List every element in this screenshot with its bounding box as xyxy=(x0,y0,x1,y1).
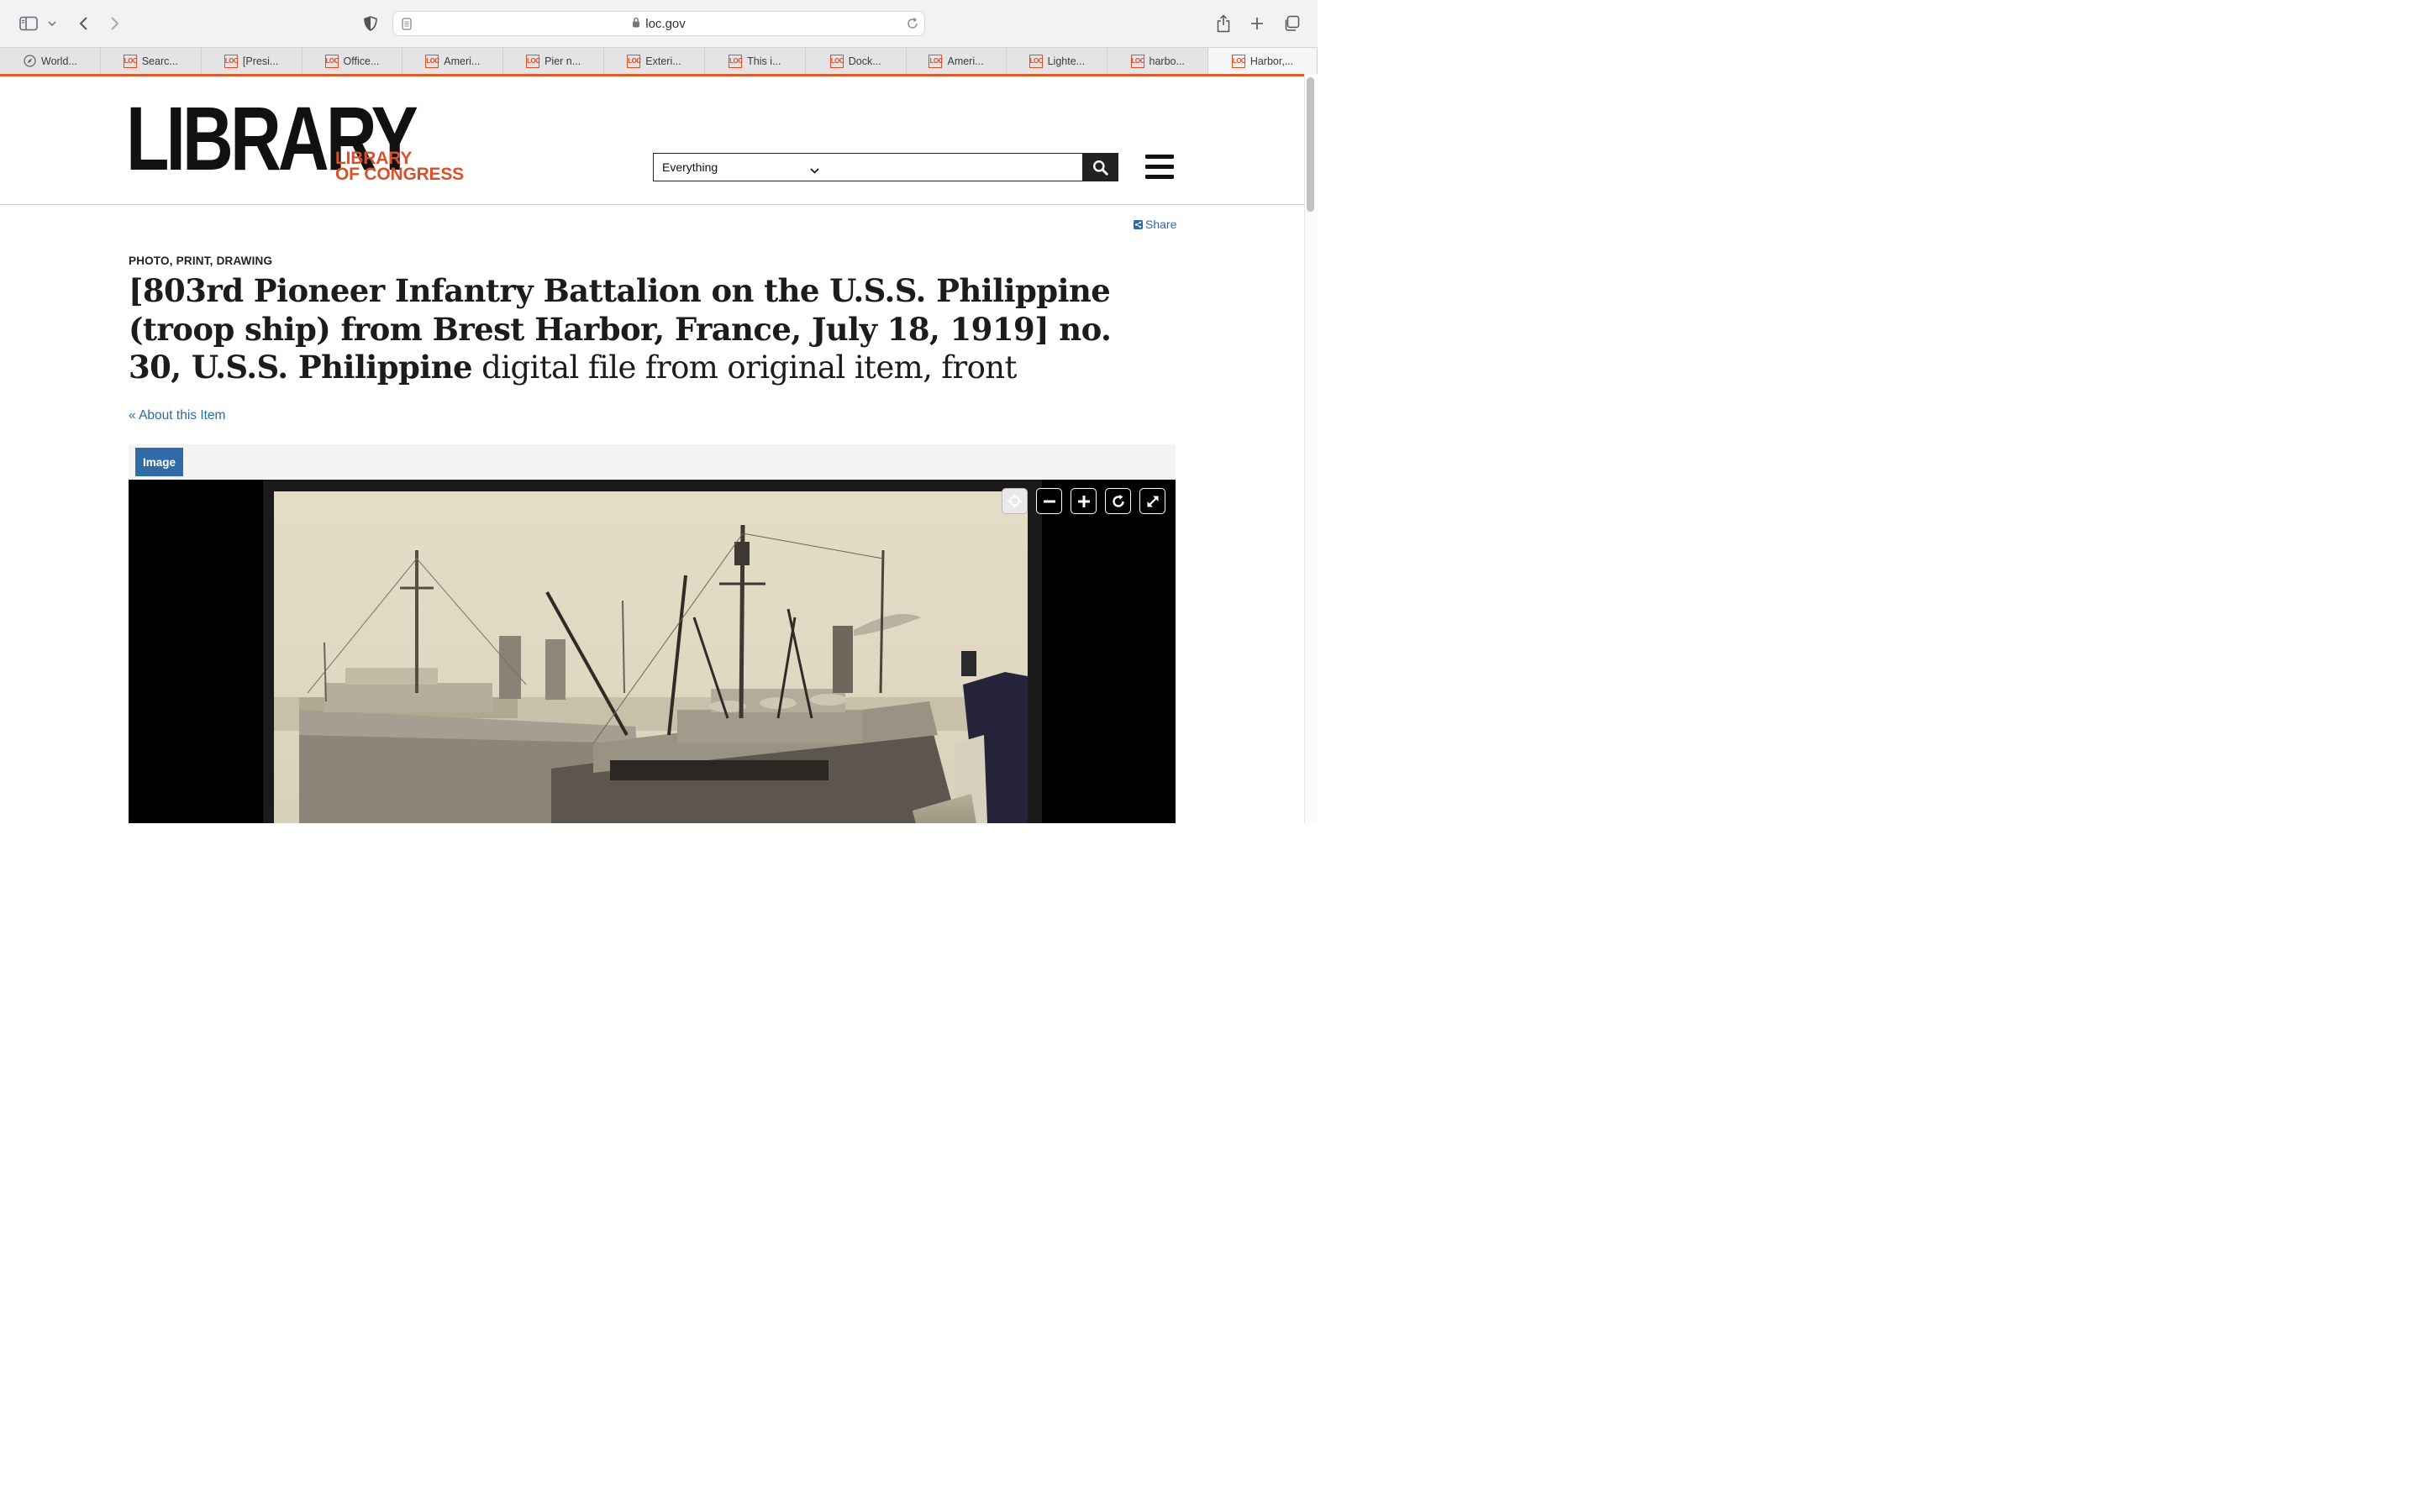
page-title: [803rd Pioneer Infantry Battalion on the… xyxy=(129,272,1137,387)
url-text: loc.gov xyxy=(645,16,686,31)
tab-group-dropdown[interactable] xyxy=(45,12,59,35)
minus-icon xyxy=(1043,500,1055,502)
browser-tab[interactable]: LOC Searc... xyxy=(101,48,202,74)
search-input[interactable] xyxy=(828,153,1083,181)
back-button[interactable] xyxy=(74,12,92,35)
loc-icon: LOC xyxy=(929,54,943,68)
loc-icon: LOC xyxy=(324,54,339,68)
logo-line-2: OF CONGRESS xyxy=(335,165,464,184)
shield-icon xyxy=(364,16,377,31)
loc-icon: LOC xyxy=(829,54,844,68)
loc-icon: LOC xyxy=(1231,54,1246,68)
browser-tab[interactable]: LOC Dock... xyxy=(806,48,907,74)
forward-button[interactable] xyxy=(106,12,124,35)
search-scope-select[interactable]: Everything xyxy=(653,153,829,181)
rotate-button[interactable] xyxy=(1105,488,1131,514)
fullscreen-button[interactable] xyxy=(1139,488,1165,514)
scrollbar-thumb[interactable] xyxy=(1307,77,1314,212)
loc-icon: LOC xyxy=(526,54,540,68)
compass-icon xyxy=(23,55,36,68)
chevron-left-icon xyxy=(79,17,87,30)
browser-tab[interactable]: LOC Exteri... xyxy=(604,48,705,74)
ship-photograph xyxy=(274,491,1028,823)
menu-button[interactable] xyxy=(1145,155,1175,180)
search-scope-value: Everything xyxy=(662,160,718,174)
search-button[interactable] xyxy=(1082,153,1118,181)
loc-icon: LOC xyxy=(224,54,239,68)
browser-tab[interactable]: LOC Pier n... xyxy=(503,48,605,74)
loc-icon: LOC xyxy=(123,54,138,68)
tab-overview-button[interactable] xyxy=(1281,12,1302,35)
privacy-shield-button[interactable] xyxy=(361,12,380,35)
loc-icon: LOC xyxy=(729,54,743,68)
browser-tab[interactable]: World... xyxy=(0,48,101,74)
double-chevron-left-icon: « xyxy=(129,408,136,423)
share-label: Share xyxy=(1145,218,1177,231)
rotate-icon xyxy=(1112,494,1124,507)
plus-icon xyxy=(1251,18,1263,29)
loc-icon: LOC xyxy=(627,54,641,68)
site-header: LIBRARY LIBRARY OF CONGRESS Everything xyxy=(0,76,1304,205)
loc-icon: LOC xyxy=(1130,54,1144,68)
about-this-item-link[interactable]: « About this Item xyxy=(129,408,225,423)
plus-icon xyxy=(1077,495,1090,507)
ship-photo-drawing xyxy=(274,524,1028,823)
browser-tab[interactable]: LOC harbo... xyxy=(1107,48,1209,74)
crosshair-icon xyxy=(1007,494,1022,508)
hamburger-icon xyxy=(1145,155,1174,159)
share-icon xyxy=(1217,14,1230,33)
loc-icon: LOC xyxy=(1028,54,1044,68)
search-icon xyxy=(1093,160,1108,176)
zoom-in-button[interactable] xyxy=(1071,488,1097,514)
browser-tab[interactable]: LOC This i... xyxy=(705,48,806,74)
share-square-icon xyxy=(1134,219,1143,229)
share-link[interactable]: Share xyxy=(1134,218,1176,231)
chevron-down-icon xyxy=(48,21,56,26)
browser-tab[interactable]: LOC [Presi... xyxy=(202,48,302,74)
page-icon xyxy=(402,18,412,34)
browser-tab[interactable]: LOC Office... xyxy=(302,48,403,74)
item-format: PHOTO, PRINT, DRAWING xyxy=(129,255,273,267)
home-view-button[interactable] xyxy=(1002,488,1028,514)
sidebar-toggle-button[interactable] xyxy=(17,12,40,35)
new-tab-button[interactable] xyxy=(1247,12,1267,35)
reload-icon[interactable] xyxy=(906,17,919,34)
library-of-congress-logo[interactable]: LIBRARY OF CONGRESS xyxy=(335,150,464,184)
chevron-down-icon xyxy=(810,163,819,176)
browser-tab[interactable]: LOC Ameri... xyxy=(907,48,1007,74)
tab-strip: World... LOC Searc... LOC [Presi... LOC Off… xyxy=(0,47,1318,74)
image-viewer[interactable] xyxy=(129,480,1176,823)
browser-tab-active[interactable]: LOC Harbor,... xyxy=(1208,48,1318,74)
loc-icon: LOC xyxy=(425,54,439,68)
tabs-overview-icon xyxy=(1285,15,1300,31)
share-page-button[interactable] xyxy=(1213,12,1234,35)
viewer-tab-bar: Image xyxy=(129,444,1176,480)
browser-tab[interactable]: LOC Lighte... xyxy=(1007,48,1108,74)
zoom-out-button[interactable] xyxy=(1036,488,1062,514)
address-bar[interactable]: loc.gov xyxy=(392,11,925,36)
title-suffix: digital file from original item, front xyxy=(471,349,1017,386)
browser-toolbar: loc.gov xyxy=(0,0,1318,47)
chevron-right-icon xyxy=(111,17,119,30)
tab-image[interactable]: Image xyxy=(135,448,183,476)
sidebar-icon xyxy=(19,16,38,31)
expand-icon xyxy=(1147,496,1158,507)
lock-icon xyxy=(632,17,640,31)
browser-tab[interactable]: LOC Ameri... xyxy=(402,48,504,74)
